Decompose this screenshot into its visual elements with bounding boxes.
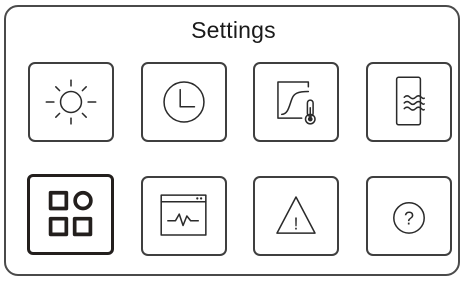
clock-icon [163,81,205,123]
help-icon: ? [393,201,425,234]
display-settings-button[interactable] [28,62,114,142]
water-tank-button[interactable] [366,62,452,142]
modules-button[interactable] [27,174,114,255]
clock-settings-button[interactable] [141,62,227,142]
grid-apps-icon [48,190,93,237]
monitor-button[interactable] [141,176,227,256]
sun-icon [45,79,97,125]
alarms-button[interactable]: ! [253,176,339,256]
monitor-window-icon [160,194,207,236]
help-glyph: ? [404,209,414,229]
temperature-curve-button[interactable] [253,62,339,142]
help-button[interactable]: ? [366,176,452,256]
warning-icon: ! [276,196,316,234]
page-title: Settings [191,17,276,43]
warning-glyph: ! [294,214,299,233]
temperature-curve-icon [277,81,316,125]
water-tank-icon [395,76,425,126]
